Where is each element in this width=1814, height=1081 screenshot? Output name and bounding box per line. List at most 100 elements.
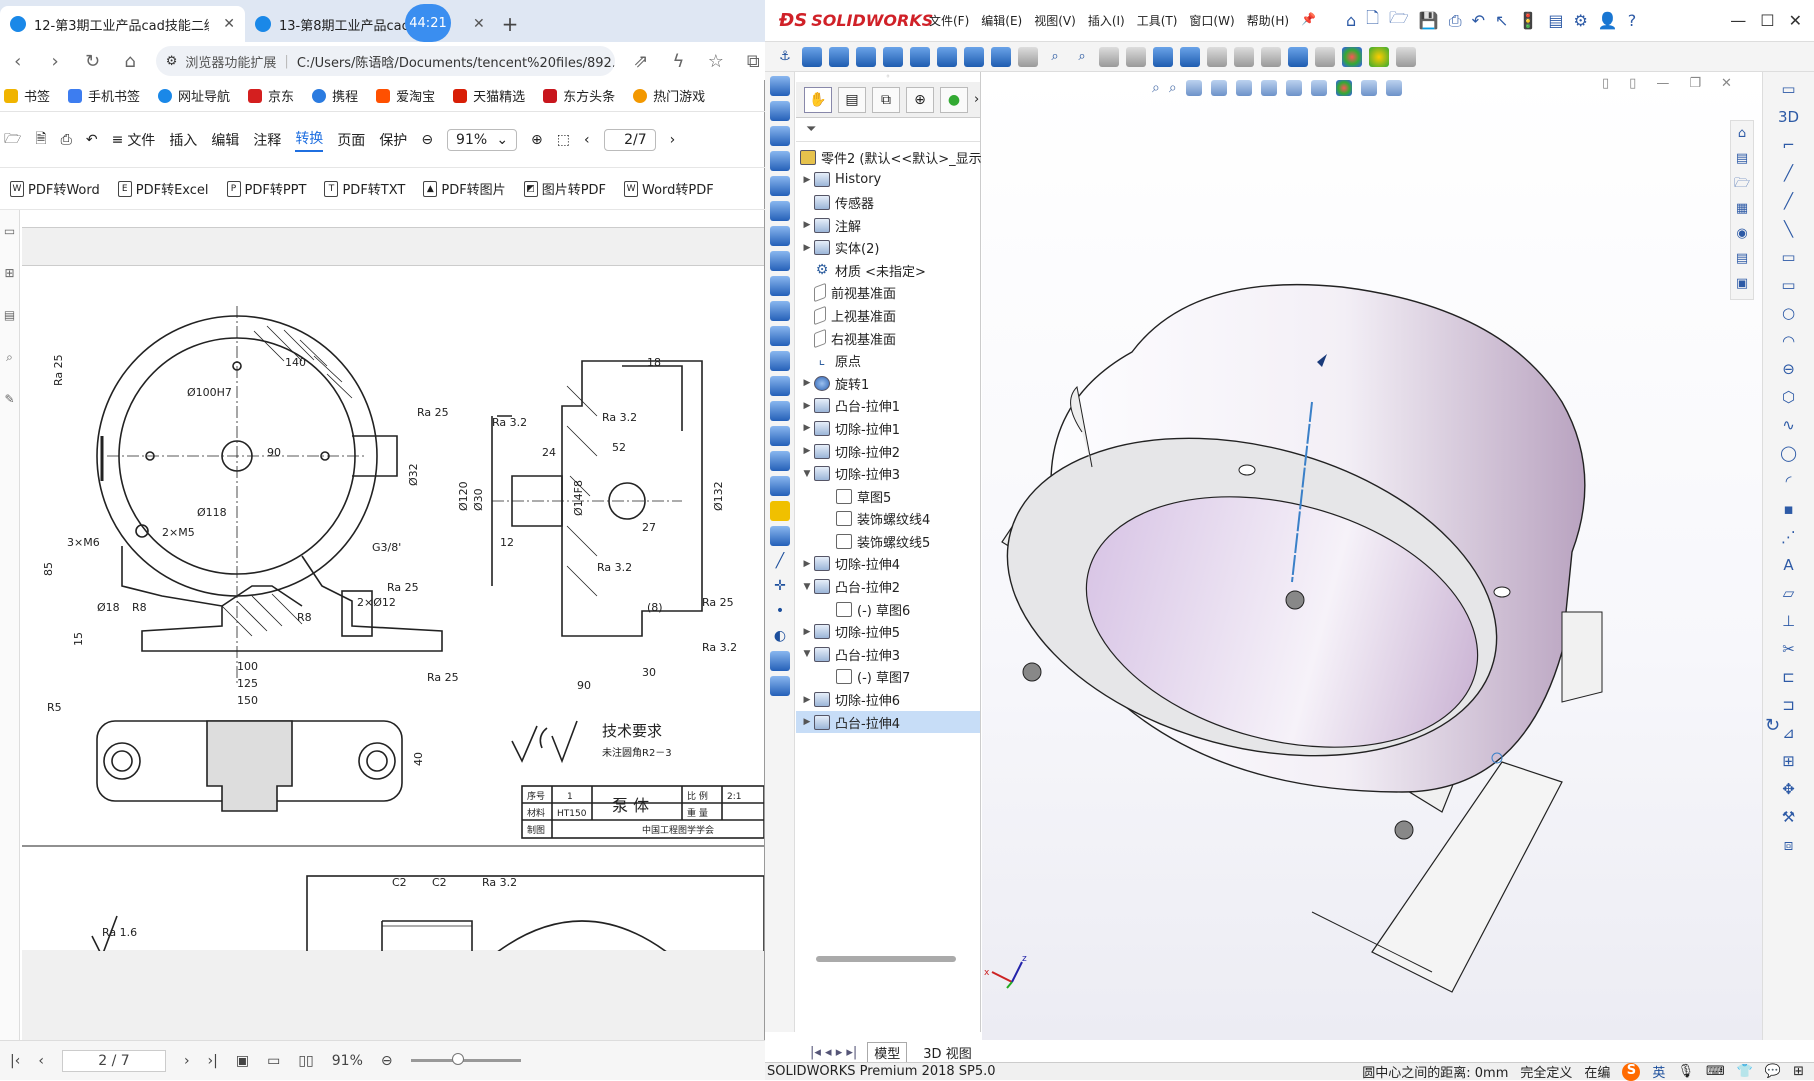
pdf-document-view[interactable]: 140 90 Ra 25 Ra 25 Ra 3.2 Ra 3.2 Ra 3.2 …	[22, 210, 764, 1040]
repair-icon[interactable]: ⚒	[1778, 806, 1800, 828]
tree-item[interactable]: ▶ 注解	[796, 214, 980, 237]
user-icon[interactable]: 👤	[1598, 11, 1618, 30]
double-page-icon[interactable]: ▯▯	[298, 1053, 313, 1069]
tree-item[interactable]: 上视基准面	[796, 304, 980, 327]
home-icon[interactable]: ⌂	[118, 49, 141, 73]
tree-item[interactable]: ▶ 切除-拉伸4	[796, 553, 980, 576]
property-tab-icon[interactable]: ▤	[838, 86, 866, 113]
prev-page-icon[interactable]: ‹	[584, 132, 590, 148]
tool-icon[interactable]	[770, 76, 790, 96]
trim-icon[interactable]: ✂	[1778, 638, 1800, 660]
menu-annotate[interactable]: 注释	[253, 130, 281, 150]
line-icon[interactable]: ╱	[1778, 162, 1800, 184]
solidworks-logo[interactable]: ƉS SOLIDWORKS	[765, 10, 933, 31]
apps-icon[interactable]: ⊞	[1793, 1064, 1804, 1079]
tool-icon[interactable]	[770, 451, 790, 471]
url-text[interactable]: C:/Users/陈语晗/Documents/tencent%20files/8…	[297, 52, 615, 71]
tool-icon[interactable]	[770, 476, 790, 496]
display-icon[interactable]	[1234, 46, 1254, 67]
tool-icon[interactable]	[770, 301, 790, 321]
maximize-icon[interactable]: ☐	[1760, 11, 1774, 30]
close-icon[interactable]: ✕	[223, 16, 235, 32]
tool-icon[interactable]	[770, 501, 790, 521]
bookmark-item[interactable]: 携程	[312, 86, 358, 105]
display-icon[interactable]	[1126, 46, 1146, 67]
tool-icon[interactable]	[770, 676, 790, 696]
bookmark-item[interactable]: 热门游戏	[633, 86, 705, 105]
expand-toggle-icon[interactable]: ▶	[800, 220, 814, 230]
new-icon[interactable]: 🗋	[1366, 7, 1379, 34]
bookmark-item[interactable]: 天猫精选	[453, 86, 525, 105]
tree-item[interactable]: 装饰螺纹线5	[796, 530, 980, 553]
tree-item[interactable]: 前视基准面	[796, 282, 980, 305]
view-box-icon[interactable]	[937, 46, 957, 67]
task-pane-icons[interactable]: ⌂ ▤ 🗁 ▦ ◉ ▤ ▣	[1731, 121, 1753, 296]
menu-convert[interactable]: 转换	[295, 128, 324, 152]
tool-icon[interactable]	[770, 251, 790, 271]
prev-page-icon[interactable]: ‹	[38, 1053, 44, 1069]
section-icon[interactable]	[1099, 46, 1119, 67]
menu-page[interactable]: 页面	[337, 130, 365, 150]
expand-toggle-icon[interactable]: ▶	[800, 378, 814, 388]
tree-root[interactable]: 零件2 (默认<<默认>_显示状态	[796, 146, 1008, 169]
bookmark-item[interactable]: 书签	[4, 86, 50, 105]
back-icon[interactable]: ‹	[6, 49, 29, 73]
tree-item[interactable]: ▶ 实体(2)	[796, 236, 980, 259]
tree-item[interactable]: ⚙ 材质 <未指定>	[796, 259, 980, 282]
minimize-icon[interactable]: —	[1730, 11, 1746, 30]
zoom-select[interactable]: 91% ⌄	[447, 128, 518, 151]
browser-tab-2[interactable]: 13-第8期工业产品cac ✕	[245, 6, 495, 42]
move-icon[interactable]: ✥	[1778, 778, 1800, 800]
status-page-field[interactable]: 2 / 7	[61, 1049, 166, 1072]
tree-item[interactable]: ▶ 切除-拉伸5	[796, 620, 980, 643]
menu-item-window[interactable]: 窗口(W)	[1189, 12, 1234, 29]
appearance-icon[interactable]	[1342, 46, 1362, 67]
zoom-area-icon[interactable]: ⌕	[1072, 47, 1092, 67]
extensions-icon[interactable]: ⧉	[742, 49, 765, 73]
expand-toggle-icon[interactable]: ▶	[800, 695, 814, 705]
fillet-icon[interactable]: ◜	[1778, 470, 1800, 492]
tool-icon[interactable]	[770, 176, 790, 196]
options-icon[interactable]: ⚙	[1573, 11, 1587, 30]
tool-icon[interactable]	[770, 526, 790, 546]
view-box-icon[interactable]	[802, 46, 822, 67]
feature-tree-tab-icon[interactable]: ✋	[804, 86, 832, 113]
menu-edit[interactable]: 编辑	[211, 130, 239, 150]
tree-scrollbar[interactable]	[816, 956, 956, 962]
monitor-icon[interactable]	[1396, 46, 1416, 67]
panel-grip[interactable]: ◦	[796, 72, 980, 82]
3d-model[interactable]	[982, 72, 1762, 1040]
slot-icon[interactable]: ⊖	[1778, 358, 1800, 380]
expand-toggle-icon[interactable]: ▶	[800, 627, 814, 637]
pdf-to-image-button[interactable]: ▲ PDF转图片	[423, 179, 506, 198]
share-icon[interactable]: ⇗	[629, 49, 652, 73]
zoom-slider-knob[interactable]	[452, 1053, 465, 1065]
save-icon[interactable]: 💾	[1419, 11, 1439, 30]
bookmark-item[interactable]: 爱淘宝	[376, 86, 435, 105]
save-icon[interactable]: 🗎	[35, 128, 46, 152]
sketch-icon[interactable]: ▭	[1778, 78, 1800, 100]
quick-snap-icon[interactable]: ⧈	[1778, 834, 1800, 856]
tool-icon[interactable]	[770, 201, 790, 221]
menu-item-edit[interactable]: 编辑(E)	[981, 12, 1022, 29]
offset-icon[interactable]: ⋰	[1778, 526, 1800, 548]
page-number-field[interactable]: 2/7	[603, 128, 656, 151]
view-box-icon[interactable]	[964, 46, 984, 67]
print-icon[interactable]: ⎙	[1449, 11, 1462, 31]
display-icon[interactable]	[1288, 46, 1308, 67]
slot-icon[interactable]: ▭	[1778, 274, 1800, 296]
polygon-icon[interactable]: ⬡	[1778, 386, 1800, 408]
rectangle-icon[interactable]: ▭	[1778, 246, 1800, 268]
tool-icon[interactable]	[770, 226, 790, 246]
tab-nav-icon[interactable]: |◂ ◂ ▸ ▸|	[810, 1045, 857, 1060]
pdf-to-word-button[interactable]: W PDF转Word	[10, 179, 100, 198]
chevron-right-icon[interactable]: ›	[974, 92, 979, 107]
display-icon[interactable]	[1261, 46, 1281, 67]
zoom-out-icon[interactable]: ⊖	[421, 132, 433, 148]
rebuild-icon[interactable]: 🚦	[1518, 11, 1538, 30]
dot-icon[interactable]: •	[770, 601, 790, 621]
expand-toggle-icon[interactable]: ▶	[800, 717, 814, 727]
view-box-icon[interactable]	[883, 46, 903, 67]
menu-item-insert[interactable]: 插入(I)	[1088, 12, 1125, 29]
view-box-icon[interactable]	[856, 46, 876, 67]
